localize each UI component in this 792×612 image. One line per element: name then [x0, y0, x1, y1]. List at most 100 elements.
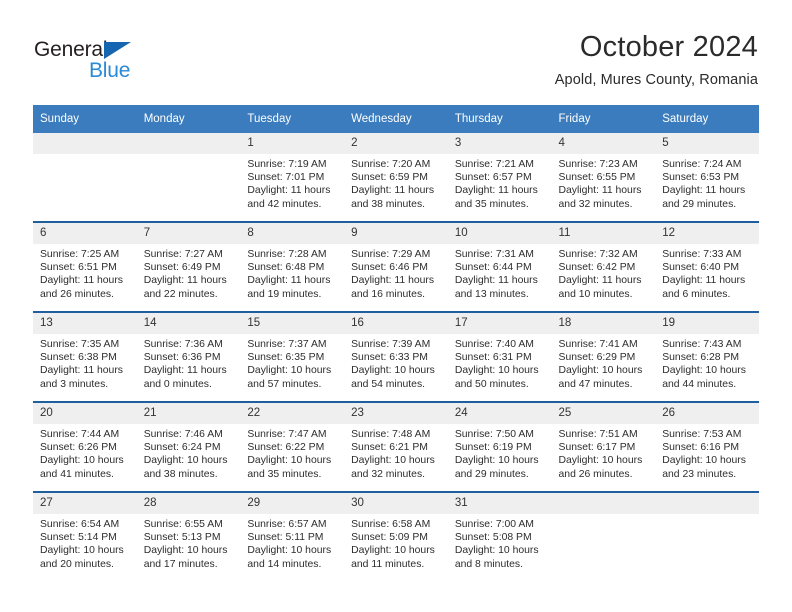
- general-blue-logo: General Blue: [34, 38, 214, 94]
- sunset-time: Sunset: 5:11 PM: [247, 532, 324, 544]
- calendar-day-cell[interactable]: 26 Sunrise: 7:53 AM Sunset: 6:16 PM Dayligh…: [655, 401, 759, 492]
- calendar-day-cell[interactable]: 3 Sunrise: 7:21 AM Sunset: 6:57 PM Daylight…: [447, 133, 552, 222]
- calendar-day-cell[interactable]: 29 Sunrise: 6:57 AM Sunset: 5:11 PM Dayligh…: [240, 491, 345, 581]
- daylight-duration-line1: Daylight: 11 hours: [351, 185, 435, 197]
- daylight-duration-line1: Daylight: 10 hours: [454, 545, 539, 557]
- daylight-duration-line2: and 20 minutes.: [40, 558, 114, 570]
- sunset-time: Sunset: 6:35 PM: [247, 352, 325, 364]
- daylight-duration-line1: Daylight: 10 hours: [662, 365, 746, 377]
- daylight-duration-line1: Daylight: 11 hours: [40, 275, 123, 287]
- calendar-day-cell[interactable]: 17 Sunrise: 7:40 AM Sunset: 6:31 PM Dayligh…: [447, 311, 552, 402]
- daylight-duration-line2: and 0 minutes.: [143, 378, 212, 390]
- sunset-time: Sunset: 5:13 PM: [143, 532, 221, 544]
- calendar-day-cell-empty: [551, 491, 656, 581]
- sunset-time: Sunset: 6:42 PM: [558, 262, 636, 274]
- calendar-day-cell[interactable]: 23 Sunrise: 7:48 AM Sunset: 6:21 PM Dayligh…: [344, 401, 448, 492]
- daylight-duration-line1: Daylight: 10 hours: [662, 455, 746, 467]
- daylight-duration-line1: Daylight: 10 hours: [143, 545, 228, 557]
- calendar-day-cell[interactable]: 22 Sunrise: 7:47 AM Sunset: 6:22 PM Dayligh…: [240, 401, 345, 492]
- day-number: 14: [136, 313, 241, 334]
- day-number: 17: [447, 313, 552, 334]
- calendar-day-cell[interactable]: 31 Sunrise: 7:00 AM Sunset: 5:08 PM Dayligh…: [447, 491, 552, 581]
- calendar-week-row: 27 Sunrise: 6:54 AM Sunset: 5:14 PM Dayligh…: [33, 491, 759, 581]
- calendar-day-cell[interactable]: 10 Sunrise: 7:31 AM Sunset: 6:44 PM Dayligh…: [447, 221, 552, 312]
- calendar-day-cell[interactable]: 18 Sunrise: 7:41 AM Sunset: 6:29 PM Dayligh…: [551, 311, 656, 402]
- calendar-day-cell[interactable]: 8 Sunrise: 7:28 AM Sunset: 6:48 PM Daylight…: [240, 221, 345, 312]
- daylight-duration-line2: and 50 minutes.: [454, 378, 529, 390]
- daylight-duration-line2: and 29 minutes.: [454, 468, 529, 480]
- daylight-duration-line2: and 44 minutes.: [662, 378, 737, 390]
- calendar-day-cell[interactable]: 20 Sunrise: 7:44 AM Sunset: 6:26 PM Dayligh…: [33, 401, 137, 492]
- day-number: 19: [655, 313, 759, 334]
- calendar-day-cell[interactable]: 30 Sunrise: 6:58 AM Sunset: 5:09 PM Dayligh…: [344, 491, 448, 581]
- logo-text-blue: Blue: [89, 59, 131, 82]
- day-details: Sunrise: 7:46 AM Sunset: 6:24 PM Daylight:…: [137, 424, 241, 481]
- calendar-day-cell[interactable]: 5 Sunrise: 7:24 AM Sunset: 6:53 PM Daylight…: [655, 133, 759, 222]
- daylight-duration-line2: and 35 minutes.: [247, 468, 322, 480]
- calendar-day-cell-empty: [33, 133, 137, 222]
- sunrise-time: Sunrise: 7:46 AM: [143, 429, 223, 440]
- sunset-time: Sunset: 6:51 PM: [40, 262, 117, 274]
- day-number: 6: [33, 223, 137, 244]
- daylight-duration-line1: Daylight: 10 hours: [40, 545, 124, 557]
- daylight-duration-line2: and 38 minutes.: [351, 198, 426, 210]
- daylight-duration-line1: Daylight: 11 hours: [558, 275, 642, 287]
- sunset-time: Sunset: 6:44 PM: [454, 262, 532, 274]
- day-number: 3: [447, 133, 552, 154]
- daylight-duration-line1: Daylight: 11 hours: [558, 185, 642, 197]
- calendar-week-row: 13 Sunrise: 7:35 AM Sunset: 6:38 PM Dayligh…: [33, 311, 759, 402]
- daylight-duration-line1: Daylight: 11 hours: [143, 365, 227, 377]
- day-number: [655, 493, 759, 514]
- day-number: 30: [344, 493, 448, 514]
- calendar-day-cell[interactable]: 1 Sunrise: 7:19 AM Sunset: 7:01 PM Daylight…: [240, 133, 345, 222]
- daylight-duration-line2: and 35 minutes.: [454, 198, 529, 210]
- sunrise-time: Sunrise: 7:41 AM: [558, 339, 638, 350]
- daylight-duration-line1: Daylight: 11 hours: [40, 365, 123, 377]
- calendar-day-cell[interactable]: 21 Sunrise: 7:46 AM Sunset: 6:24 PM Dayligh…: [136, 401, 241, 492]
- daylight-duration-line2: and 6 minutes.: [662, 288, 731, 300]
- sunrise-time: Sunrise: 7:40 AM: [454, 339, 534, 350]
- calendar-day-cell[interactable]: 7 Sunrise: 7:27 AM Sunset: 6:49 PM Daylight…: [136, 221, 241, 312]
- daylight-duration-line2: and 19 minutes.: [247, 288, 322, 300]
- daylight-duration-line2: and 11 minutes.: [351, 558, 425, 570]
- calendar-day-cell[interactable]: 2 Sunrise: 7:20 AM Sunset: 6:59 PM Daylight…: [344, 133, 448, 222]
- day-number: 15: [240, 313, 345, 334]
- calendar-day-cell[interactable]: 27 Sunrise: 6:54 AM Sunset: 5:14 PM Dayligh…: [33, 491, 137, 581]
- daylight-duration-line2: and 13 minutes.: [454, 288, 529, 300]
- calendar-day-cell[interactable]: 11 Sunrise: 7:32 AM Sunset: 6:42 PM Dayligh…: [551, 221, 656, 312]
- daylight-duration-line1: Daylight: 10 hours: [351, 365, 435, 377]
- sunrise-time: Sunrise: 7:33 AM: [662, 249, 742, 260]
- daylight-duration-line1: Daylight: 10 hours: [247, 455, 332, 467]
- day-details: Sunrise: 7:24 AM Sunset: 6:53 PM Daylight:…: [655, 154, 759, 211]
- day-details: Sunrise: 7:44 AM Sunset: 6:26 PM Daylight:…: [33, 424, 137, 481]
- calendar-day-cell[interactable]: 9 Sunrise: 7:29 AM Sunset: 6:46 PM Daylight…: [344, 221, 448, 312]
- sunrise-time: Sunrise: 7:51 AM: [558, 429, 638, 440]
- sunset-time: Sunset: 6:53 PM: [662, 172, 740, 184]
- calendar-day-cell[interactable]: 24 Sunrise: 7:50 AM Sunset: 6:19 PM Dayligh…: [447, 401, 552, 492]
- calendar-day-cell[interactable]: 13 Sunrise: 7:35 AM Sunset: 6:38 PM Dayligh…: [33, 311, 137, 402]
- calendar-day-cell[interactable]: 12 Sunrise: 7:33 AM Sunset: 6:40 PM Dayligh…: [655, 221, 759, 312]
- calendar-day-cell[interactable]: 25 Sunrise: 7:51 AM Sunset: 6:17 PM Dayligh…: [551, 401, 656, 492]
- day-number: 23: [344, 403, 448, 424]
- calendar-day-cell[interactable]: 16 Sunrise: 7:39 AM Sunset: 6:33 PM Dayligh…: [344, 311, 448, 402]
- calendar-header-row: Sunday Monday Tuesday Wednesday Thursday…: [33, 105, 759, 133]
- daylight-duration-line1: Daylight: 10 hours: [558, 365, 643, 377]
- calendar-page: General Blue October 2024 Apold, Mures C…: [0, 0, 792, 612]
- calendar-day-cell[interactable]: 19 Sunrise: 7:43 AM Sunset: 6:28 PM Dayligh…: [655, 311, 759, 402]
- day-details: Sunrise: 6:54 AM Sunset: 5:14 PM Daylight:…: [33, 514, 137, 571]
- daylight-duration-line1: Daylight: 11 hours: [247, 275, 331, 287]
- sunrise-time: Sunrise: 7:50 AM: [454, 429, 534, 440]
- daylight-duration-line1: Daylight: 10 hours: [454, 455, 539, 467]
- daylight-duration-line1: Daylight: 10 hours: [558, 455, 643, 467]
- sunrise-time: Sunrise: 7:39 AM: [351, 339, 431, 350]
- sunset-time: Sunset: 6:36 PM: [143, 352, 221, 364]
- calendar-day-cell[interactable]: 14 Sunrise: 7:36 AM Sunset: 6:36 PM Dayligh…: [136, 311, 241, 402]
- day-details: Sunrise: 7:35 AM Sunset: 6:38 PM Daylight:…: [33, 334, 137, 391]
- day-details: Sunrise: 6:55 AM Sunset: 5:13 PM Daylight:…: [137, 514, 241, 571]
- calendar-day-cell[interactable]: 4 Sunrise: 7:23 AM Sunset: 6:55 PM Daylight…: [551, 133, 656, 222]
- calendar-day-cell[interactable]: 15 Sunrise: 7:37 AM Sunset: 6:35 PM Dayligh…: [240, 311, 345, 402]
- calendar-day-cell[interactable]: 6 Sunrise: 7:25 AM Sunset: 6:51 PM Daylight…: [33, 221, 137, 312]
- sunrise-time: Sunrise: 7:43 AM: [662, 339, 742, 350]
- day-details: Sunrise: 7:36 AM Sunset: 6:36 PM Daylight:…: [137, 334, 241, 391]
- calendar-day-cell[interactable]: 28 Sunrise: 6:55 AM Sunset: 5:13 PM Dayligh…: [136, 491, 241, 581]
